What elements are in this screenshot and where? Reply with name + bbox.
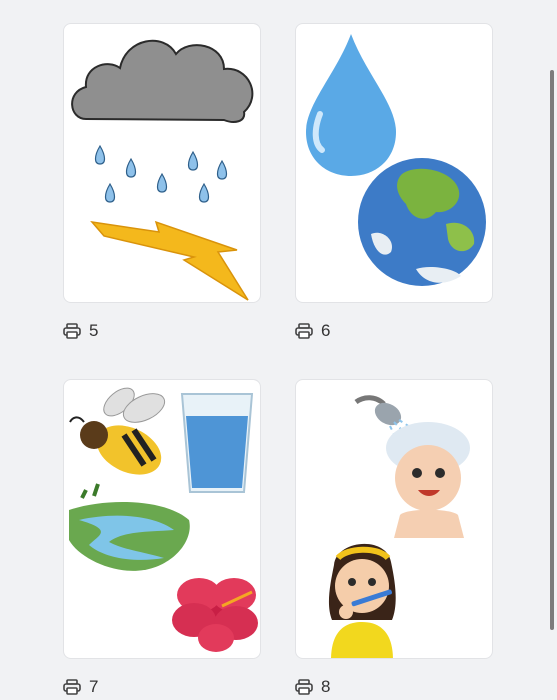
water-drop-icon xyxy=(306,34,396,176)
rain-cloud-lightning-illustration xyxy=(71,39,254,301)
hibiscus-flower-icon xyxy=(172,578,258,652)
earth-globe-icon xyxy=(358,158,486,286)
raindrops-icon xyxy=(94,144,228,203)
cloud-icon xyxy=(71,39,254,123)
lightning-bolt-icon xyxy=(90,220,249,301)
worksheet-card-6[interactable] xyxy=(295,23,493,303)
printer-icon[interactable] xyxy=(63,323,81,339)
card-number-7: 7 xyxy=(89,677,99,696)
bee-icon xyxy=(69,387,166,475)
bee-water-river-flower-illustration xyxy=(69,387,258,652)
printer-icon[interactable] xyxy=(295,323,313,339)
worksheet-card-7[interactable] xyxy=(63,379,261,659)
card-number-8: 8 xyxy=(321,677,331,696)
child-brushing-teeth-icon xyxy=(328,543,396,658)
card-number-6: 6 xyxy=(321,321,331,340)
card-number-5: 5 xyxy=(89,321,99,340)
worksheet-card-5[interactable] xyxy=(63,23,261,303)
river-icon xyxy=(69,483,190,571)
worksheet-card-8[interactable] xyxy=(295,379,493,659)
printer-icon[interactable] xyxy=(295,679,313,695)
printer-icon[interactable] xyxy=(63,679,81,695)
card-caption-8: 8 xyxy=(295,677,330,697)
card-caption-5: 5 xyxy=(63,321,98,341)
card-caption-6: 6 xyxy=(295,321,330,341)
water-drop-earth-illustration xyxy=(306,34,486,286)
scrollbar-thumb[interactable] xyxy=(550,70,554,630)
water-glass-icon xyxy=(180,393,254,493)
card-caption-7: 7 xyxy=(63,677,98,697)
shower-brushing-teeth-illustration xyxy=(328,395,470,658)
scrollbar[interactable] xyxy=(547,0,557,700)
child-showering-icon xyxy=(386,422,470,538)
